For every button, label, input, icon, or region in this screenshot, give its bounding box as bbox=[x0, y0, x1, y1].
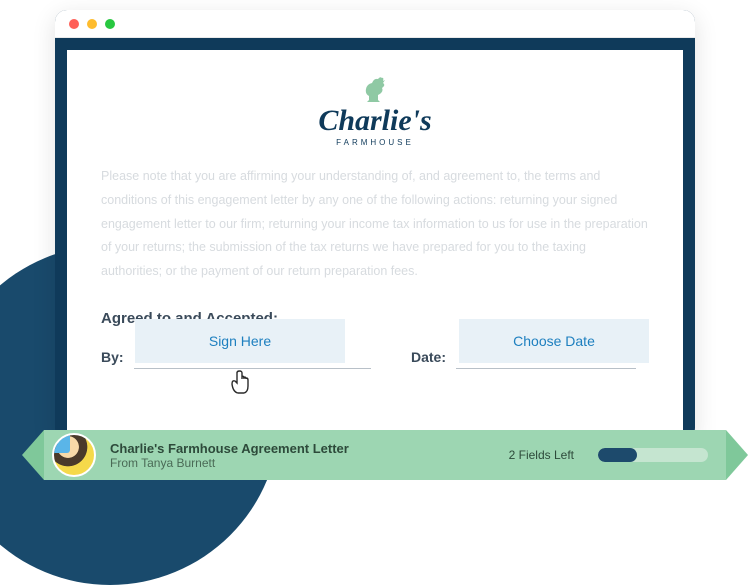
titlebar bbox=[55, 10, 695, 38]
close-icon[interactable] bbox=[69, 19, 79, 29]
by-label: By: bbox=[101, 349, 124, 369]
date-line[interactable] bbox=[456, 368, 636, 369]
browser-window: Charlie's FARMHOUSE Please note that you… bbox=[55, 10, 695, 440]
sign-here-button[interactable]: Sign Here bbox=[135, 319, 345, 363]
rooster-icon bbox=[360, 74, 390, 104]
by-signature-line[interactable] bbox=[134, 368, 371, 369]
next-arrow-icon[interactable] bbox=[726, 430, 748, 480]
agreement-body: Please note that you are affirming your … bbox=[101, 165, 649, 284]
field-by: Sign Here By: bbox=[101, 349, 371, 369]
progress-fill bbox=[598, 448, 637, 462]
status-bar: Charlie's Farmhouse Agreement Letter Fro… bbox=[22, 430, 748, 480]
prev-arrow-icon[interactable] bbox=[22, 430, 44, 480]
fields-left-label: 2 Fields Left bbox=[509, 448, 574, 462]
date-label: Date: bbox=[411, 349, 446, 369]
progress-bar bbox=[598, 448, 708, 462]
status-title: Charlie's Farmhouse Agreement Letter bbox=[110, 441, 495, 456]
logo-text: Charlie's bbox=[101, 106, 649, 136]
maximize-icon[interactable] bbox=[105, 19, 115, 29]
choose-date-button[interactable]: Choose Date bbox=[459, 319, 649, 363]
document-page: Charlie's FARMHOUSE Please note that you… bbox=[67, 50, 683, 440]
logo-subtitle: FARMHOUSE bbox=[101, 138, 649, 147]
logo: Charlie's FARMHOUSE bbox=[101, 74, 649, 147]
minimize-icon[interactable] bbox=[87, 19, 97, 29]
field-date: Choose Date Date: bbox=[411, 349, 636, 369]
status-body: Charlie's Farmhouse Agreement Letter Fro… bbox=[44, 430, 726, 480]
signature-fields: Sign Here By: Choose Date Date: bbox=[101, 349, 649, 369]
status-text: Charlie's Farmhouse Agreement Letter Fro… bbox=[110, 441, 495, 470]
status-from: From Tanya Burnett bbox=[110, 456, 495, 470]
avatar bbox=[52, 433, 96, 477]
